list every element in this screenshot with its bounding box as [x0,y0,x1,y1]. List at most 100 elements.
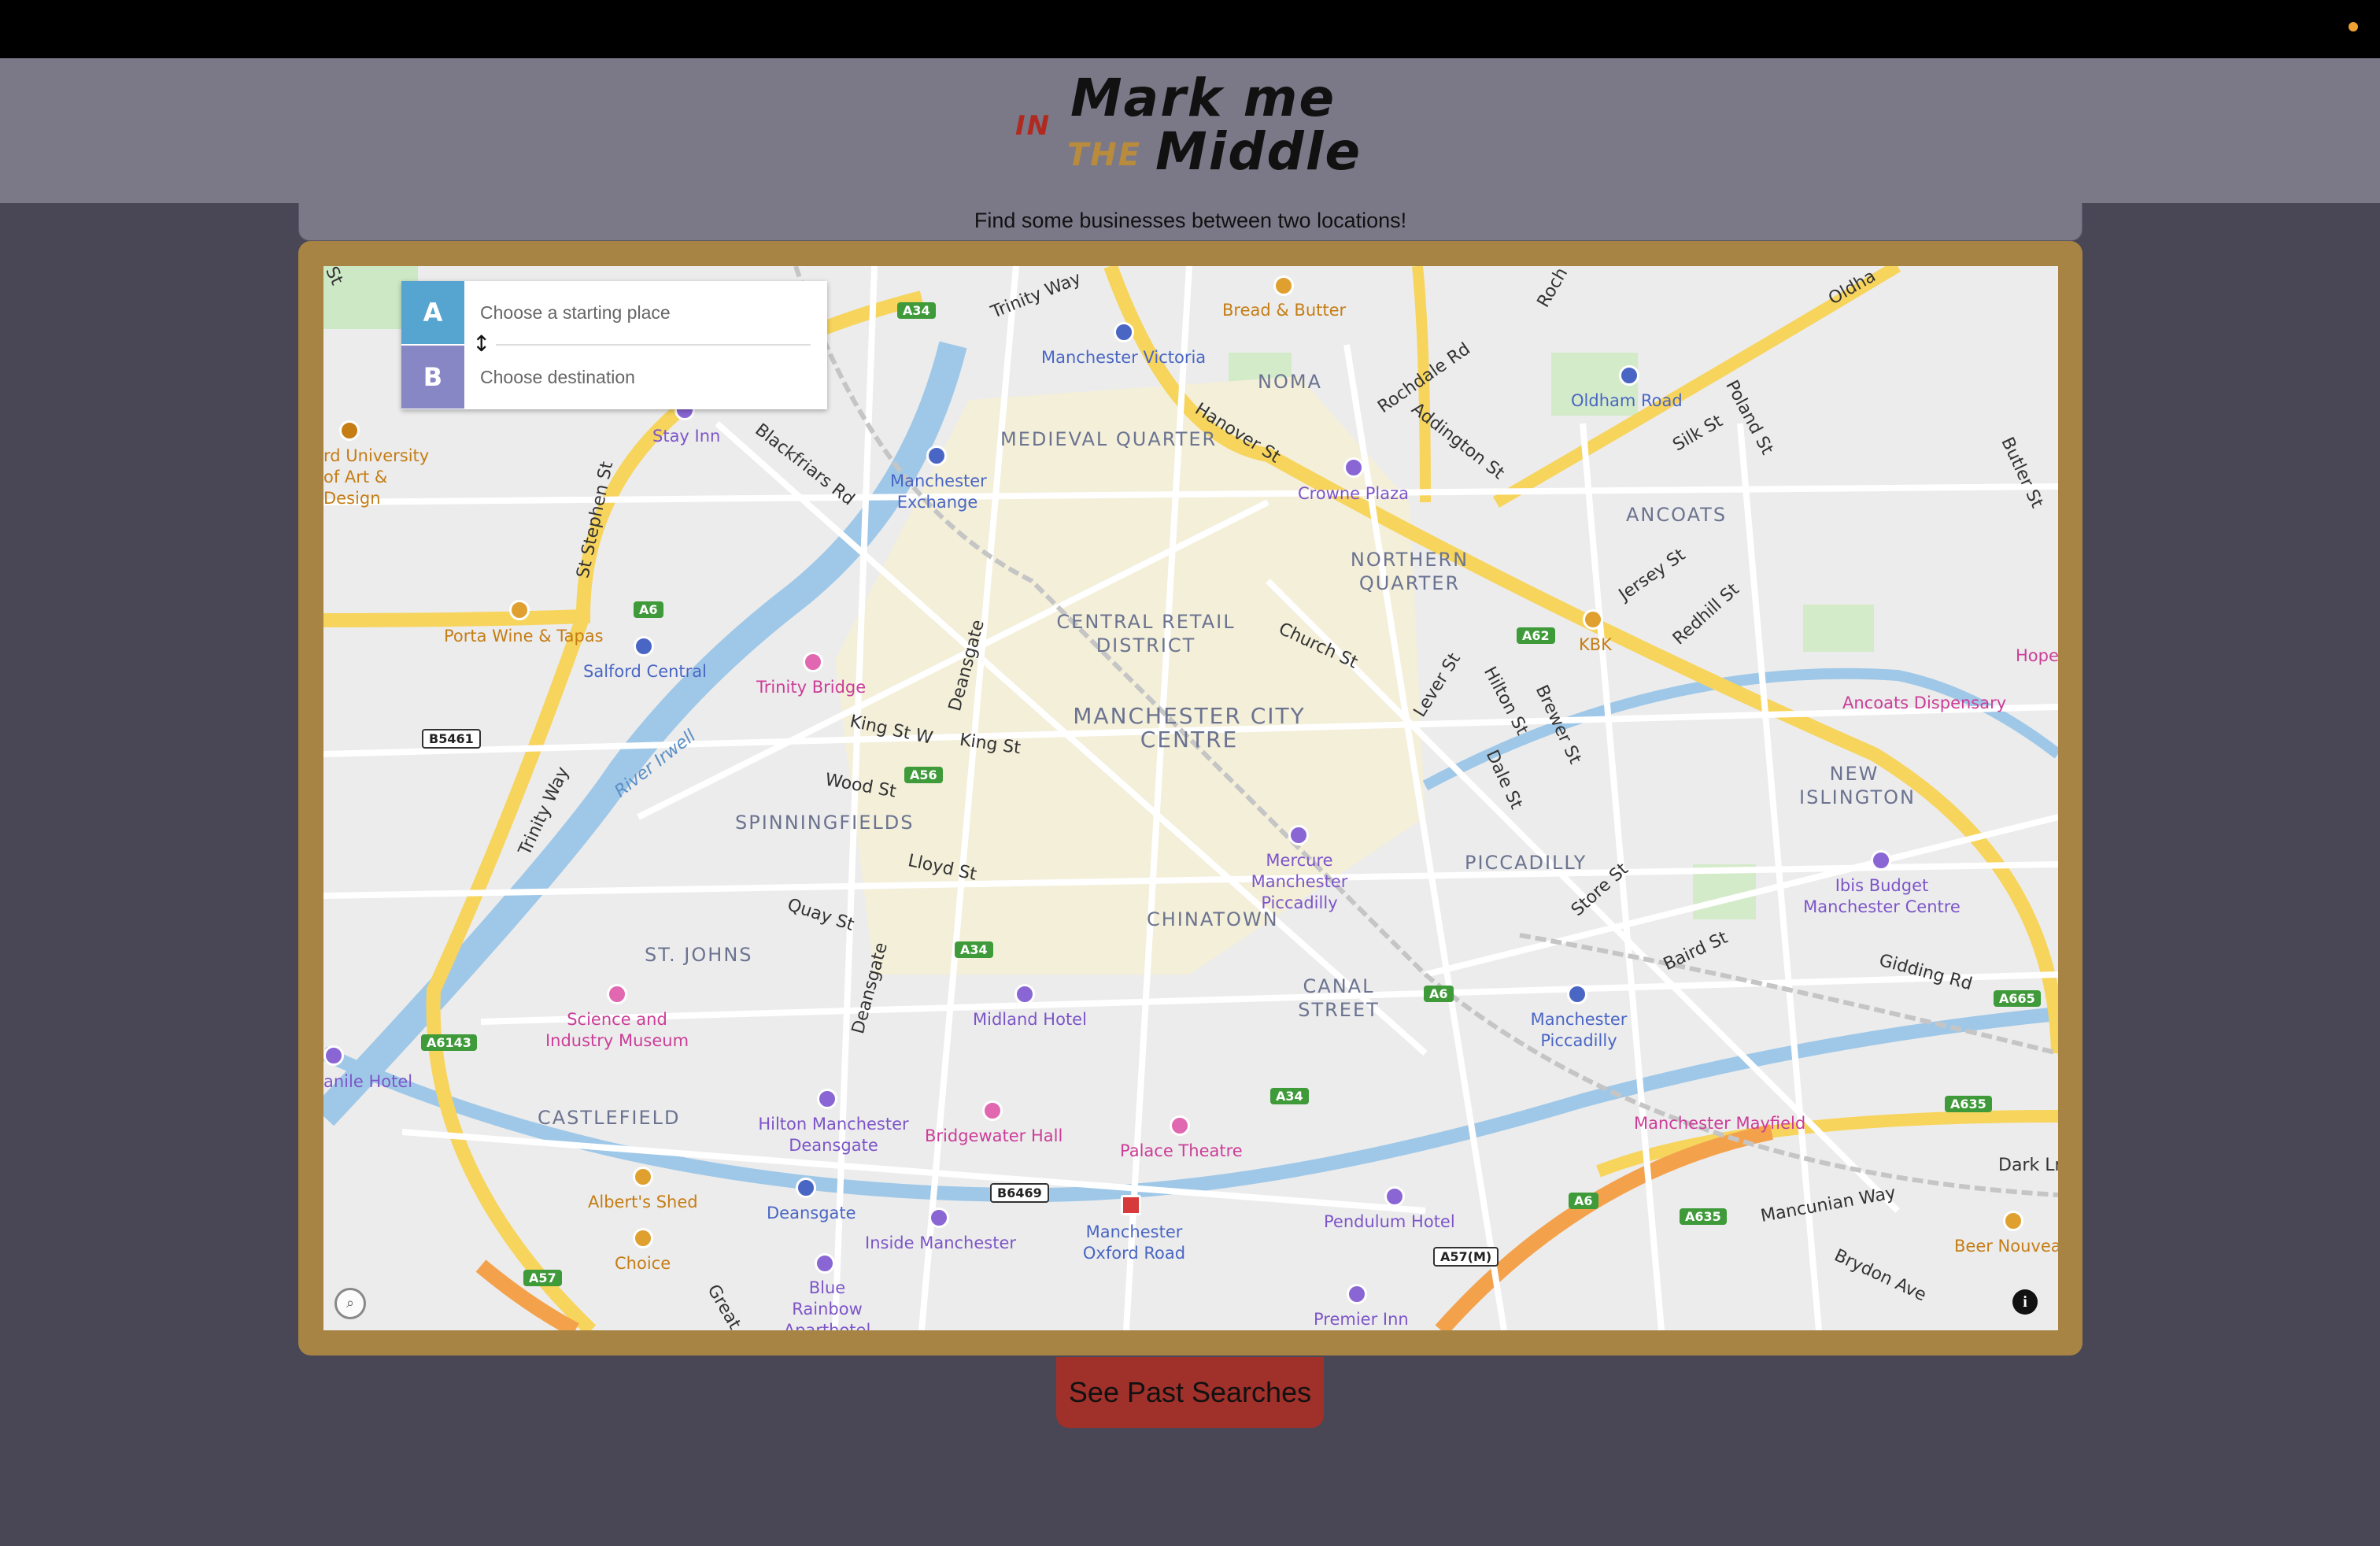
swap-vertical-icon[interactable]: ↕ [472,333,490,355]
bar-icon[interactable] [2003,1211,2023,1231]
hotel-icon[interactable] [323,1045,344,1066]
destination-input[interactable] [464,346,827,409]
road-shield: B6469 [990,1183,1049,1203]
mapbox-logo-icon[interactable]: ⌕ [334,1288,366,1319]
origin-marker-a: A [401,281,464,344]
train-station-icon[interactable] [1567,984,1587,1004]
rail-station-icon[interactable] [1121,1195,1141,1215]
restaurant-icon[interactable] [1583,609,1603,630]
train-station-icon[interactable] [1114,322,1134,342]
museum-icon[interactable] [607,984,627,1004]
logo-the-text: THE [1067,137,1142,173]
hotel-icon[interactable] [1347,1284,1367,1304]
restaurant-icon[interactable] [633,1228,653,1248]
hotel-icon[interactable] [929,1208,949,1228]
hotel-icon[interactable] [817,1089,837,1109]
university-icon[interactable] [339,420,360,441]
theatre-icon[interactable] [1170,1115,1190,1136]
poi-label: Manchester Exchange [890,472,987,512]
hotel-icon[interactable] [1384,1186,1405,1207]
see-past-searches-button[interactable]: See Past Searches [1056,1357,1324,1428]
destination-row: B [401,346,827,409]
train-station-icon[interactable] [926,446,947,466]
poi-label: Manchester Oxford Road [1082,1222,1186,1263]
district-label: MANCHESTER CITY CENTRE [1073,703,1306,753]
poi-label: Ancoats Dispensary [1842,693,2007,712]
road-shield: A34 [955,941,993,958]
district-label: CASTLEFIELD [538,1107,681,1129]
poi-label: Stay Inn [652,427,721,446]
road-shield: A34 [897,302,936,319]
poi-label: Bread & Butter [1222,301,1347,320]
poi-label: Science and Industry Museum [545,1010,689,1050]
poi-label: Manchester Victoria [1041,348,1207,367]
road-shield: A57(M) [1433,1247,1499,1267]
poi-label: Oldham Road [1571,391,1683,410]
logo-middle-text: Middle [1155,121,1362,182]
concert-hall-icon[interactable] [982,1100,1003,1121]
map-canvas[interactable]: MEDIEVAL QUARTER CENTRAL RETAIL DISTRICT… [323,266,2058,1330]
landmark-icon[interactable] [803,652,823,672]
poi-label: Hope [2016,646,2058,665]
district-label: CENTRAL RETAIL DISTRICT [1056,611,1236,656]
destination-marker-b: B [401,346,464,409]
hotel-icon[interactable] [815,1253,835,1274]
road-shield: A6 [634,601,663,618]
district-label: ANCOATS [1626,504,1728,526]
street-label: Dark Ln [1998,1156,2058,1175]
road-shield: A6143 [421,1034,477,1051]
poi-label: Pendulum Hotel [1324,1212,1455,1231]
tram-stop-icon[interactable] [796,1178,816,1198]
poi-label: Midland Hotel [973,1010,1087,1029]
road-shield: A62 [1517,627,1555,644]
restaurant-icon[interactable] [1273,276,1294,296]
road-shield: A6 [1424,986,1454,1002]
hotel-icon[interactable] [1871,850,1891,871]
district-label: MEDIEVAL QUARTER [1000,428,1218,450]
district-label: NEW ISLINGTON [1799,763,1916,808]
hotel-icon[interactable] [1343,457,1364,478]
road-shield: A635 [1680,1208,1727,1225]
park-area [1803,605,1874,652]
road-shield: A665 [1994,990,2041,1007]
info-icon[interactable]: i [2012,1289,2038,1315]
hotel-icon[interactable] [1014,984,1035,1004]
origin-input[interactable] [464,281,827,344]
site-logo[interactable]: IN Mark me THE Middle [1015,68,1377,192]
poi-label: Porta Wine & Tapas [444,627,604,645]
restaurant-icon[interactable] [509,600,530,620]
subtitle-bar: Find some businesses between two locatio… [298,203,2082,241]
district-label: NOMA [1258,371,1322,393]
map-base-layer [323,266,2058,1330]
poi-label: rd University of Art & Design [323,446,430,508]
logo-in-text: IN [1015,110,1051,142]
page-subtitle: Find some businesses between two locatio… [974,209,1407,232]
poi-label: Salford Central [583,662,708,681]
road-shield: A57 [523,1270,562,1286]
restaurant-icon[interactable] [633,1167,653,1187]
poi-label: Blue Rainbow Aparthotel [783,1278,871,1330]
poi-label: KBK [1579,635,1612,654]
poi-label: Ibis Budget Manchester Centre [1803,876,1961,916]
poi-label: Premier Inn [1314,1310,1409,1329]
road-shield: A34 [1270,1088,1309,1104]
origin-row: A [401,281,827,344]
poi-label: Albert's Shed [588,1193,698,1211]
poi-label: Crowne Plaza [1298,484,1410,503]
poi-label: Inside Manchester [865,1233,1017,1252]
browser-top-bar [0,0,2380,58]
district-label: CANAL STREET [1298,975,1380,1021]
road-shield: B5461 [422,729,481,749]
poi-label: Palace Theatre [1120,1141,1243,1160]
poi-label: Beer Nouvea [1954,1237,2058,1256]
poi-label: anile Hotel [323,1072,413,1091]
train-station-icon[interactable] [634,636,654,656]
train-station-icon[interactable] [1619,365,1639,386]
poi-label: Manchester Mayfield [1634,1114,1806,1133]
hotel-icon[interactable] [1288,825,1309,845]
road-shield: A635 [1945,1096,1992,1112]
road-shield: A6 [1569,1193,1598,1209]
status-dot-icon [2349,22,2358,31]
map-frame: MEDIEVAL QUARTER CENTRAL RETAIL DISTRICT… [298,241,2082,1356]
poi-label: Trinity Bridge [756,678,867,697]
